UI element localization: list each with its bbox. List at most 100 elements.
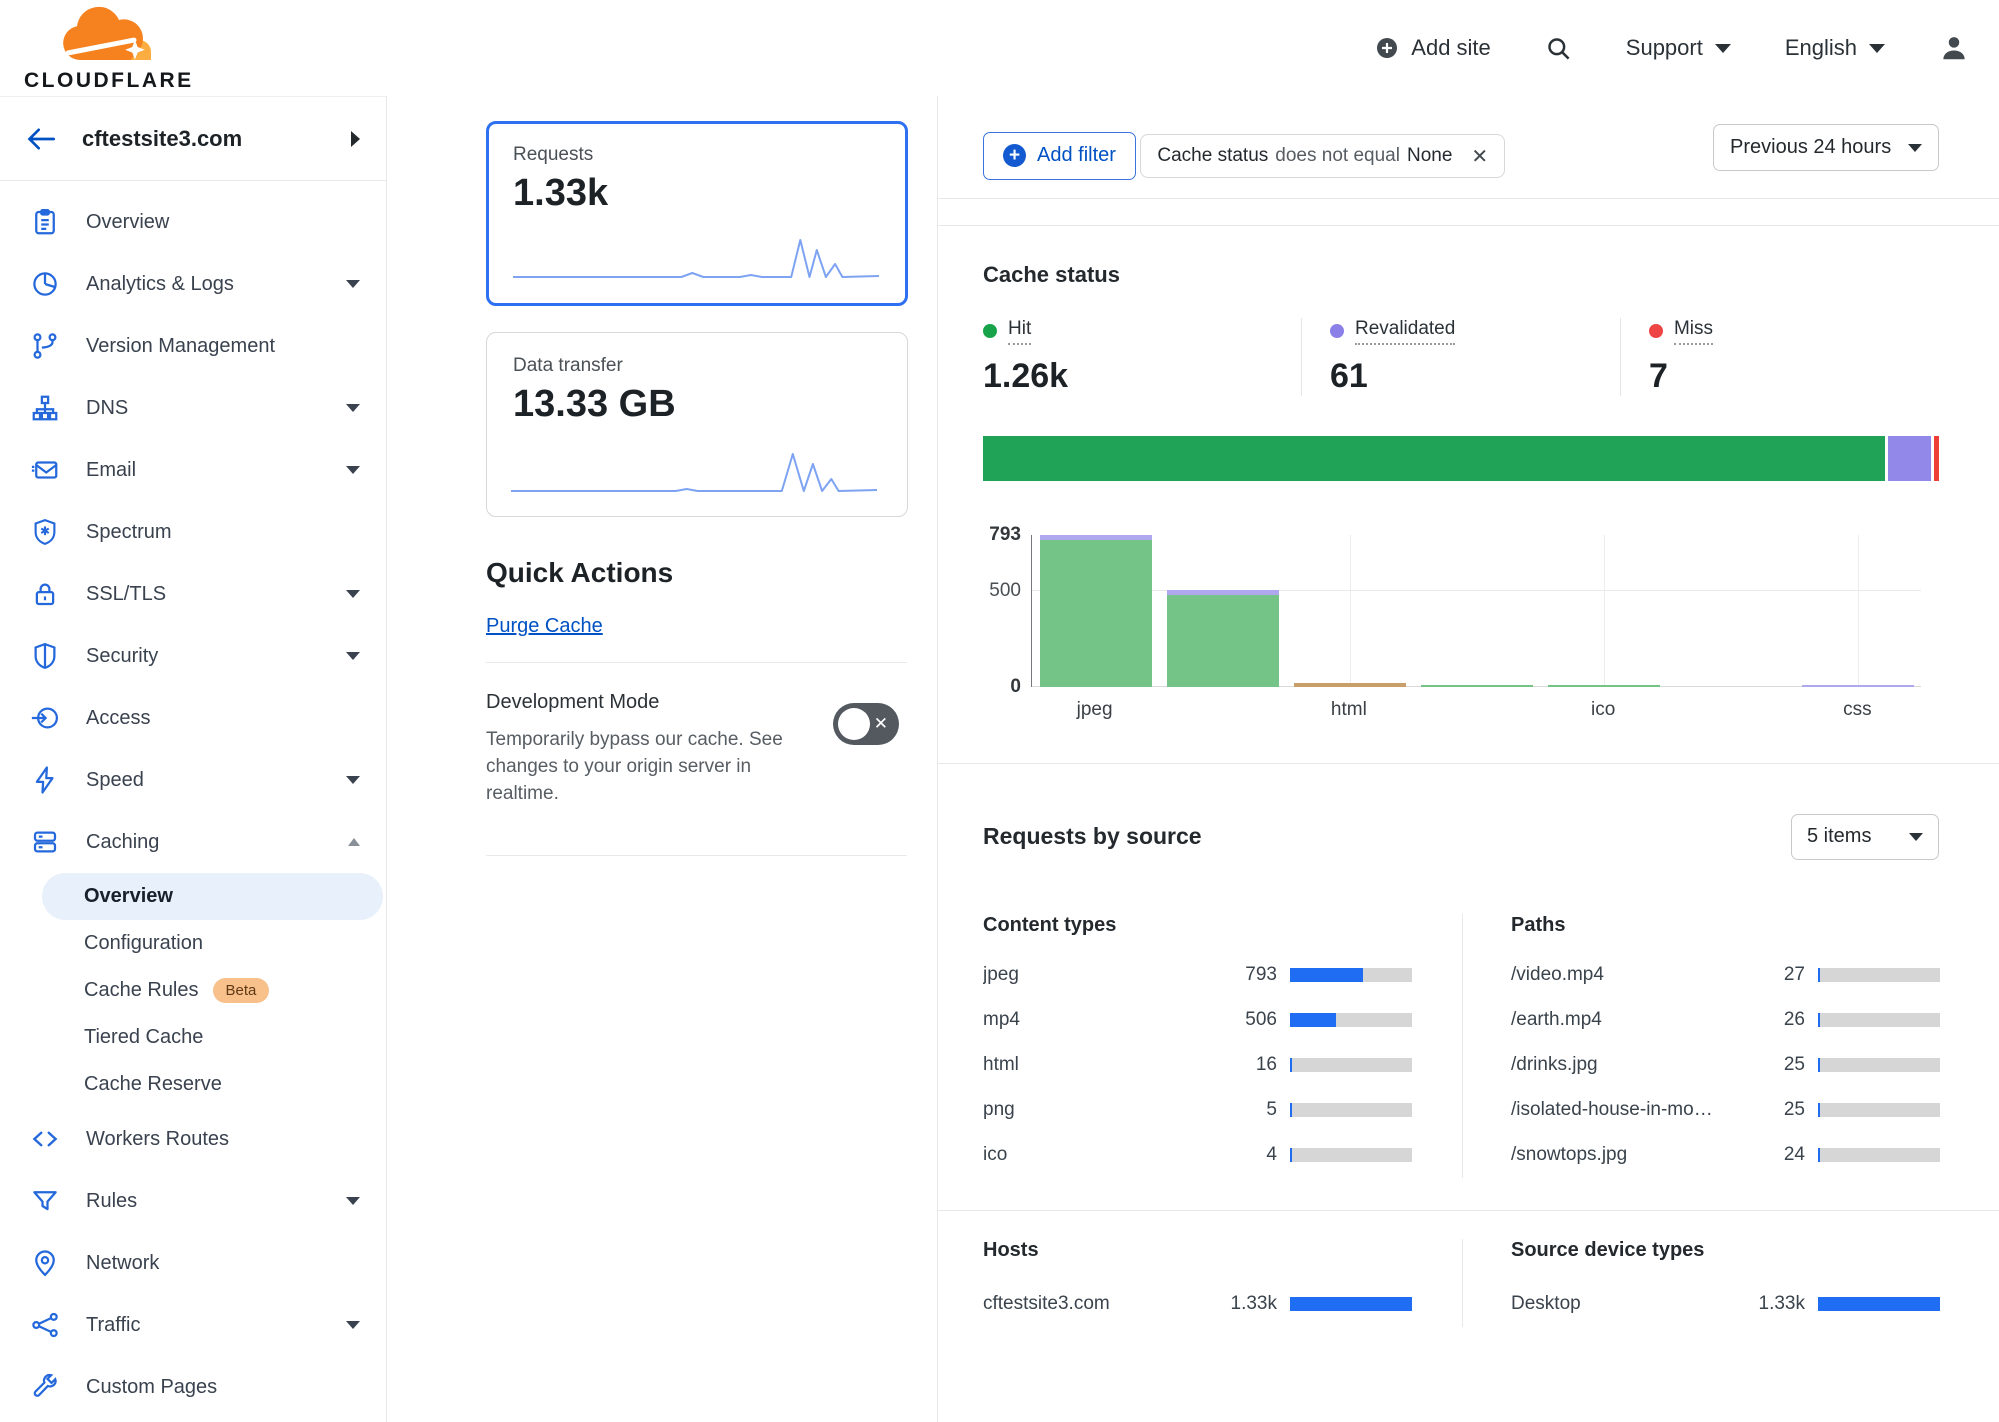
sidebar-item-label: Security [86, 645, 158, 668]
card-label: Data transfer [513, 355, 881, 377]
stat-label[interactable]: Miss [1674, 318, 1713, 345]
table-row[interactable]: cftestsite3.com1.33k [983, 1282, 1412, 1327]
sidebar-item-traffic[interactable]: Traffic [0, 1294, 386, 1356]
table-row[interactable]: png5 [983, 1088, 1412, 1133]
spectrum-icon [30, 517, 60, 547]
add-filter-button[interactable]: + Add filter [983, 132, 1136, 180]
user-account-button[interactable] [1939, 33, 1969, 63]
stat-label[interactable]: Revalidated [1355, 318, 1455, 345]
row-bar [1290, 1148, 1412, 1162]
chevron-down-icon [346, 776, 360, 784]
table-row[interactable]: ico4 [983, 1133, 1412, 1178]
sidebar-item-rules[interactable]: Rules [0, 1170, 386, 1232]
email-icon [30, 455, 60, 485]
chevron-down-icon [1909, 833, 1923, 841]
stat-label[interactable]: Hit [1008, 318, 1031, 345]
cloudflare-logo[interactable]: CLOUDFLARE [24, 6, 194, 91]
table-row[interactable]: html16 [983, 1043, 1412, 1088]
bar-jpeg [1040, 535, 1152, 687]
security-icon [30, 641, 60, 671]
chevron-right-icon[interactable] [351, 131, 360, 147]
sidebar-item-dns[interactable]: DNS [0, 377, 386, 439]
table-row[interactable]: /video.mp427 [1511, 953, 1940, 998]
sidebar-item-security[interactable]: Security [0, 625, 386, 687]
row-bar [1818, 1013, 1940, 1027]
chevron-down-icon [346, 590, 360, 598]
time-range-select[interactable]: Previous 24 hours [1713, 124, 1939, 171]
development-mode-toggle[interactable]: ✕ [833, 703, 899, 745]
table-row[interactable]: /snowtops.jpg24 [1511, 1133, 1940, 1178]
search-icon [1545, 35, 1572, 62]
network-icon [30, 1248, 60, 1278]
row-value: 25 [1751, 1054, 1805, 1076]
sidebar-item-speed[interactable]: Speed [0, 749, 386, 811]
language-menu[interactable]: English [1785, 35, 1885, 61]
add-site-button[interactable]: Add site [1375, 35, 1491, 61]
version-management-icon [30, 331, 60, 361]
row-label: cftestsite3.com [983, 1293, 1223, 1315]
sidebar-item-label: Email [86, 459, 136, 482]
main-content: + Add filter Cache status does not equal… [938, 96, 1999, 1422]
top-header: CLOUDFLARE Add site Support English [0, 0, 1999, 96]
summary-card-requests[interactable]: Requests1.33k [486, 121, 908, 306]
table-row[interactable]: jpeg793 [983, 953, 1412, 998]
row-value: 25 [1751, 1099, 1805, 1121]
chart-x-labels: jpeghtmlicocss [1031, 687, 1921, 721]
add-site-plus-icon [1375, 36, 1399, 60]
sidebar-item-spectrum[interactable]: Spectrum [0, 501, 386, 563]
sidebar-item-custom-pages[interactable]: Custom Pages [0, 1356, 386, 1418]
filter-chip-close-icon[interactable]: ✕ [1471, 144, 1488, 169]
chart-plot-area [1031, 535, 1921, 687]
sidebar-item-network[interactable]: Network [0, 1232, 386, 1294]
sidebar-item-label: Access [86, 707, 150, 730]
sidebar-subitem-overview[interactable]: Overview [42, 873, 383, 920]
row-label: /drinks.jpg [1511, 1054, 1751, 1076]
bar-segment-hit [1548, 685, 1660, 687]
table-row[interactable]: Desktop1.33k [1511, 1282, 1940, 1327]
table-row[interactable]: /isolated-house-in-mo…25 [1511, 1088, 1940, 1133]
support-menu[interactable]: Support [1626, 35, 1731, 61]
gridline [1350, 535, 1351, 687]
divider [486, 855, 907, 856]
sidebar-item-email[interactable]: Email [0, 439, 386, 501]
items-count-select[interactable]: 5 items [1791, 814, 1939, 860]
sidebar-item-overview[interactable]: Overview [0, 191, 386, 253]
sidebar-subitem-cache-reserve[interactable]: Cache Reserve [0, 1061, 386, 1108]
table-row[interactable]: /drinks.jpg25 [1511, 1043, 1940, 1088]
table-row[interactable]: mp4506 [983, 998, 1412, 1043]
sidebar-item-ssl-tls[interactable]: SSL/TLS [0, 563, 386, 625]
row-value: 793 [1223, 964, 1277, 986]
summary-card-data-transfer[interactable]: Data transfer13.33 GB [486, 332, 908, 517]
sidebar-subitem-label: Overview [84, 885, 173, 908]
sidebar-item-label: SSL/TLS [86, 583, 166, 606]
table-row[interactable]: /earth.mp426 [1511, 998, 1940, 1043]
gridline [1032, 590, 1921, 591]
site-header: cftestsite3.com [0, 97, 386, 181]
sidebar-item-analytics-logs[interactable]: Analytics & Logs [0, 253, 386, 315]
toggle-off-x-icon: ✕ [874, 714, 888, 734]
table-title: Source device types [1511, 1239, 1940, 1262]
cloudflare-dashboard: CLOUDFLARE Add site Support English [0, 0, 1999, 1422]
y-tick-label: 0 [1010, 676, 1021, 698]
back-arrow-icon[interactable] [26, 126, 56, 152]
row-label: Desktop [1511, 1293, 1751, 1315]
row-label: mp4 [983, 1009, 1223, 1031]
page-body: cftestsite3.com OverviewAnalytics & Logs… [0, 96, 1999, 1422]
filter-chip[interactable]: Cache status does not equal None ✕ [1140, 134, 1505, 178]
sidebar-item-caching[interactable]: Caching [0, 811, 386, 873]
analytics-icon [30, 269, 60, 299]
sidebar-subitem-tiered-cache[interactable]: Tiered Cache [0, 1014, 386, 1061]
sidebar-item-access[interactable]: Access [0, 687, 386, 749]
summary-column: Requests1.33kData transfer13.33 GB Quick… [387, 96, 938, 1422]
bar-segment-hit [1421, 685, 1533, 687]
sidebar-item-workers-routes[interactable]: Workers Routes [0, 1108, 386, 1170]
sidebar-subitem-label: Cache Reserve [84, 1073, 222, 1096]
sidebar-subitem-cache-rules[interactable]: Cache RulesBeta [0, 967, 386, 1014]
sidebar-subitem-configuration[interactable]: Configuration [0, 920, 386, 967]
miss-dot-icon [1649, 324, 1663, 338]
cache-status-stats: Hit1.26kRevalidated61Miss7 [983, 318, 1939, 396]
filter-chip-value: None [1407, 145, 1452, 167]
sidebar-item-version-management[interactable]: Version Management [0, 315, 386, 377]
search-button[interactable] [1545, 35, 1572, 62]
purge-cache-link[interactable]: Purge Cache [486, 615, 603, 638]
